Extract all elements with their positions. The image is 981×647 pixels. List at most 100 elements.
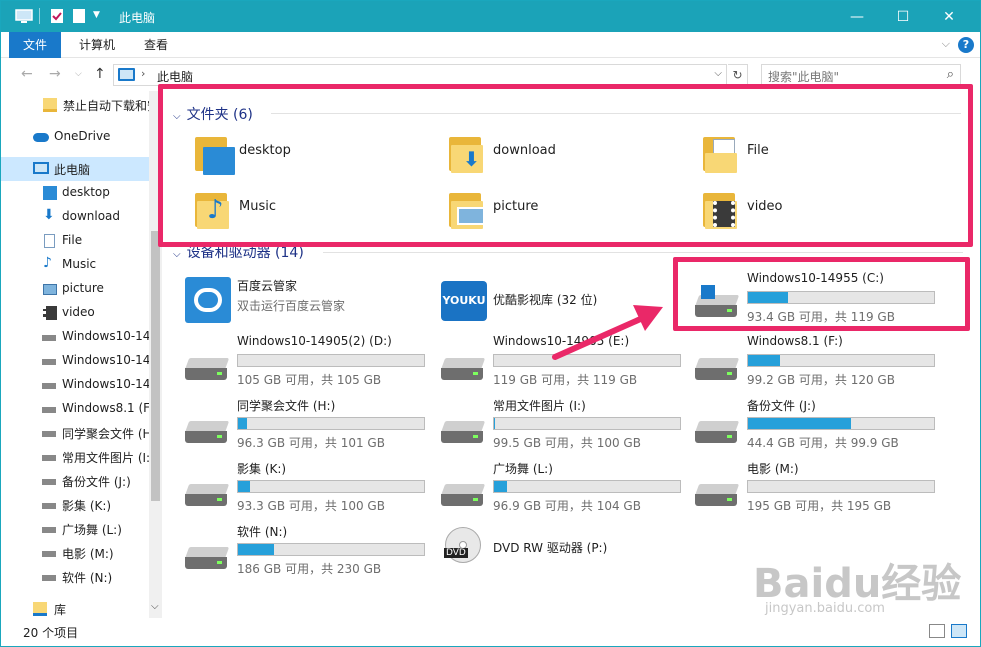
- drive-icon: [440, 350, 486, 384]
- annotation-arrow-icon: [552, 305, 663, 360]
- app-baidu-cloud[interactable]: 百度云管家 双击运行百度云管家: [185, 277, 435, 337]
- address-path[interactable]: 此电脑: [157, 68, 193, 85]
- windows-drive-icon: [42, 335, 56, 341]
- sidebar-item-drive-n[interactable]: 软件 (N:): [1, 565, 149, 589]
- sidebar-item-drive-e[interactable]: Windows10-14905 (E:): [1, 373, 149, 397]
- search-placeholder: 搜索"此电脑": [768, 70, 840, 84]
- drive-icon: [42, 359, 56, 365]
- sidebar-scroll-thumb[interactable]: [151, 231, 160, 501]
- drive-d[interactable]: Windows10-14905(2) (D:) 105 GB 可用，共 105 …: [184, 334, 435, 394]
- drive-icon: [694, 476, 740, 510]
- drive-icon: [184, 476, 230, 510]
- maximize-button[interactable]: ☐: [880, 1, 926, 32]
- drive-h[interactable]: 同学聚会文件 (H:) 96.3 GB 可用，共 101 GB: [184, 397, 435, 457]
- sidebar-item-drive-i[interactable]: 常用文件图片 (I:): [1, 445, 149, 469]
- tab-computer[interactable]: 计算机: [65, 32, 129, 58]
- up-arrow-icon[interactable]: ↑: [94, 66, 106, 82]
- drive-m[interactable]: 电影 (M:) 195 GB 可用，共 195 GB: [694, 460, 945, 520]
- sidebar-item-picture[interactable]: picture: [1, 277, 149, 301]
- details-view-icon[interactable]: [929, 624, 945, 638]
- sidebar-item-drive-m[interactable]: 电影 (M:): [1, 541, 149, 565]
- drive-icon: [184, 350, 230, 384]
- drive-icon: [42, 503, 56, 509]
- sidebar-item-drive-c[interactable]: Windows10-14955: [1, 325, 149, 349]
- navigation-pane: 禁止自动下载和安装 OneDrive 此电脑 desktop ⬇ downloa…: [1, 91, 163, 618]
- refresh-button[interactable]: ↻: [728, 64, 748, 86]
- help-button[interactable]: ?: [958, 37, 974, 53]
- usage-bar: [747, 480, 935, 493]
- sidebar-item-desktop[interactable]: desktop: [1, 181, 149, 205]
- picture-icon: [43, 284, 57, 295]
- back-arrow-icon[interactable]: ←: [21, 66, 33, 82]
- sidebar-item-drive-d[interactable]: Windows10-14905(2) (D:): [1, 349, 149, 373]
- large-icons-view-icon[interactable]: [951, 624, 967, 638]
- music-icon: ♪: [43, 255, 52, 271]
- drive-icon: [440, 413, 486, 447]
- highlight-folders-box: [158, 84, 973, 247]
- drive-icon: [42, 575, 56, 581]
- sidebar-item-drive-h[interactable]: 同学聚会文件 (H:): [1, 421, 149, 445]
- computer-icon: [33, 162, 49, 174]
- drive-f[interactable]: Windows8.1 (F:) 99.2 GB 可用，共 120 GB: [694, 334, 945, 394]
- forward-arrow-icon[interactable]: →: [49, 66, 61, 82]
- cloud-icon: [33, 133, 49, 142]
- sidebar-item-quick-folder[interactable]: 禁止自动下载和安装: [1, 93, 149, 117]
- drive-dvd[interactable]: DVD DVD RW 驱动器 (P:): [441, 527, 691, 587]
- chevron-down-icon[interactable]: ⌵: [714, 68, 722, 79]
- sidebar-item-onedrive[interactable]: OneDrive: [1, 125, 149, 149]
- usage-bar: [237, 480, 425, 493]
- document-icon: [44, 234, 55, 248]
- tab-file[interactable]: 文件: [9, 32, 62, 58]
- group-divider: [323, 252, 963, 253]
- sidebar-item-drive-l[interactable]: 广场舞 (L:): [1, 517, 149, 541]
- sidebar-item-drive-j[interactable]: 备份文件 (J:): [1, 469, 149, 493]
- status-bar: 20 个项目: [1, 618, 980, 646]
- drive-icon: [440, 476, 486, 510]
- drive-icon: [42, 383, 56, 389]
- sidebar-item-video[interactable]: video: [1, 301, 149, 325]
- drive-icon: [184, 539, 230, 573]
- drive-icon: [184, 413, 230, 447]
- properties-icon[interactable]: [49, 8, 65, 24]
- tab-view[interactable]: 查看: [130, 32, 182, 58]
- recent-dropdown-icon[interactable]: ⌵: [75, 69, 82, 79]
- search-icon: ⌕: [946, 67, 954, 82]
- computer-icon: [118, 68, 135, 81]
- sidebar-item-download[interactable]: ⬇ download: [1, 205, 149, 229]
- download-icon: ⬇: [43, 207, 55, 223]
- sidebar-item-drive-f[interactable]: Windows8.1 (F:): [1, 397, 149, 421]
- drive-icon: [42, 551, 56, 557]
- drive-icon: [42, 431, 56, 437]
- sidebar-item-drive-k[interactable]: 影集 (K:): [1, 493, 149, 517]
- drive-icon: [42, 407, 56, 413]
- quick-access-dropdown-icon[interactable]: ▼: [93, 10, 100, 26]
- expand-ribbon-icon[interactable]: ⌵: [942, 37, 950, 51]
- drive-icon: [694, 350, 740, 384]
- computer-icon: [15, 9, 33, 23]
- chevron-down-icon: ⌵: [173, 249, 181, 260]
- baidu-cloud-icon: [185, 277, 231, 323]
- drive-k[interactable]: 影集 (K:) 93.3 GB 可用，共 100 GB: [184, 460, 435, 520]
- sidebar-item-this-pc[interactable]: 此电脑: [1, 157, 149, 181]
- close-button[interactable]: ✕: [926, 1, 972, 32]
- usage-bar: [237, 417, 425, 430]
- minimize-button[interactable]: —: [834, 1, 880, 32]
- video-icon: [43, 306, 57, 320]
- scroll-down-icon[interactable]: ⌵: [151, 601, 159, 612]
- usage-bar: [493, 417, 681, 430]
- sidebar-item-music[interactable]: ♪ Music: [1, 253, 149, 277]
- drive-icon: [694, 413, 740, 447]
- address-bar[interactable]: › 此电脑 ⌵: [113, 64, 727, 86]
- sidebar-item-file[interactable]: File: [1, 229, 149, 253]
- drive-l[interactable]: 广场舞 (L:) 96.9 GB 可用，共 104 GB: [440, 460, 691, 520]
- drive-i[interactable]: 常用文件图片 (I:) 99.5 GB 可用，共 100 GB: [440, 397, 691, 457]
- search-input[interactable]: 搜索"此电脑" ⌕: [761, 64, 961, 86]
- sidebar-item-libraries[interactable]: 库: [1, 597, 149, 618]
- usage-bar: [237, 543, 425, 556]
- new-folder-icon[interactable]: [71, 8, 87, 24]
- drive-n[interactable]: 软件 (N:) 186 GB 可用，共 230 GB: [184, 523, 435, 583]
- item-count: 20 个项目: [23, 626, 79, 640]
- drive-j[interactable]: 备份文件 (J:) 44.4 GB 可用，共 99.9 GB: [694, 397, 945, 457]
- highlight-drive-c-box: [673, 257, 970, 331]
- chevron-right-icon[interactable]: ›: [141, 67, 145, 80]
